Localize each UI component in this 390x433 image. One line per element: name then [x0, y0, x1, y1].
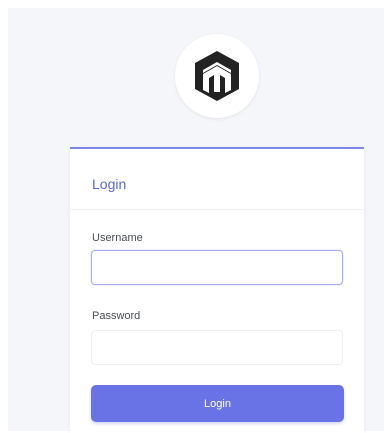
- username-label: Username: [92, 232, 143, 244]
- password-input[interactable]: [91, 330, 343, 365]
- login-button[interactable]: Login: [91, 385, 344, 422]
- card-title: Login: [92, 176, 127, 192]
- card-header: Login: [70, 149, 364, 210]
- password-label: Password: [92, 310, 141, 322]
- mikrotik-logo-icon: [195, 51, 239, 101]
- login-card: Login Username Password Login: [70, 147, 364, 433]
- logo-badge: [175, 34, 259, 118]
- username-input[interactable]: [91, 250, 343, 285]
